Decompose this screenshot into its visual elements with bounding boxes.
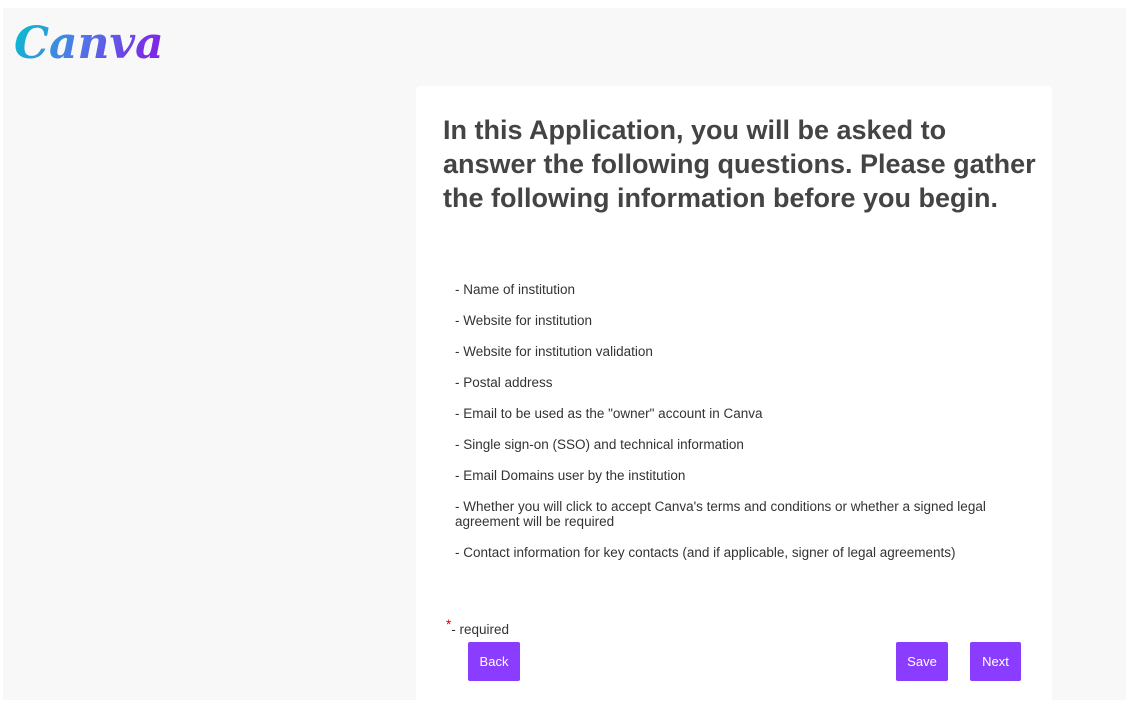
list-item: - Website for institution xyxy=(455,313,593,328)
information-list: - Name of institution - Website for inst… xyxy=(455,282,1035,576)
application-card: In this Application, you will be asked t… xyxy=(416,86,1052,702)
required-label: - required xyxy=(451,622,510,637)
back-button[interactable]: Back xyxy=(468,642,520,681)
page-title: In this Application, you will be asked t… xyxy=(443,115,1036,213)
list-item: - Single sign-on (SSO) and technical inf… xyxy=(455,437,744,452)
list-item: - Whether you will click to accept Canva… xyxy=(455,499,986,529)
page-background: Canva In this Application, you will be a… xyxy=(3,8,1126,702)
list-item: - Email to be used as the "owner" accoun… xyxy=(455,406,763,421)
required-star: * xyxy=(446,617,452,632)
list-item: - Postal address xyxy=(455,375,553,390)
next-button[interactable]: Next xyxy=(970,642,1021,681)
svg-text:Canva: Canva xyxy=(14,18,162,69)
list-item: - Email Domains user by the institution xyxy=(455,468,686,483)
list-item: - Website for institution validation xyxy=(455,344,653,359)
list-item: - Name of institution xyxy=(455,282,576,297)
canva-logo: Canva xyxy=(14,18,162,69)
list-item: - Contact information for key contacts (… xyxy=(455,545,956,560)
save-button[interactable]: Save xyxy=(896,642,948,681)
required-legend: *- required xyxy=(446,617,510,637)
